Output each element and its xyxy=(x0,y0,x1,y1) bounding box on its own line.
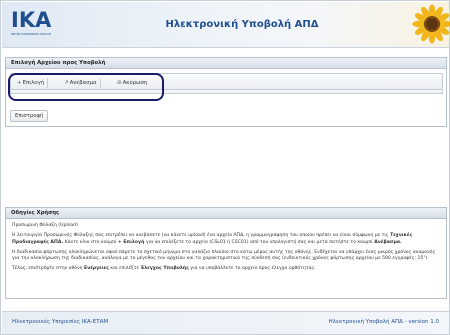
cancel-label: Ακύρωση xyxy=(122,80,148,86)
sunflower-icon xyxy=(412,4,450,44)
back-button[interactable]: Επιστροφή xyxy=(10,110,49,122)
text-span: Τέλος, επιστρέψτε στην οθόνη xyxy=(12,266,85,271)
text-span: Η λειτουργία Προσωρινής Φύλαξης σας επιτ… xyxy=(12,233,391,238)
footer-version-text: Ηλεκτρονική Υποβολή ΑΠΔ - version 1.0 xyxy=(328,319,439,325)
upload-label: Ανέβασμα xyxy=(69,80,97,86)
text-span: και επιλέξτε xyxy=(108,266,141,271)
logo-text: IKA xyxy=(11,8,52,32)
page-title: Ηλεκτρονική Υποβολή ΑΠΔ xyxy=(165,19,319,30)
submission-check-text: Έλεγχος Υποβολής xyxy=(140,266,189,271)
upload-toolbar: +Επιλογή ↗Ανέβασμα ⊘Ακύρωση xyxy=(10,73,443,90)
select-label: Επιλογή xyxy=(22,80,45,86)
file-list-area xyxy=(10,90,443,94)
actions-text: Ενέργειες xyxy=(84,266,109,271)
panel-title: Οδηγίες Χρήσης xyxy=(6,208,446,219)
plus-icon: + xyxy=(17,80,22,86)
instructions-paragraph: Τέλος, επιστρέψτε στην οθόνη Ενέργειες κ… xyxy=(12,266,440,273)
app-window: IKA ΙΔΡΥΜΑ ΚΟΙΝΩΝΙΚΩΝ ΑΣΦΑΛΙΣΕΩΝ Ηλεκτρο… xyxy=(0,0,450,335)
footer-left-text: Ηλεκτρονικές Υπηρεσίες ΙΚΑ-ΕΤΑΜ xyxy=(12,319,109,325)
text-span: για να επιλέξετε το αρχείο (CSL01 ή CSC0… xyxy=(144,239,375,245)
cancel-button[interactable]: ⊘Ακύρωση xyxy=(114,78,150,88)
select-file-button[interactable]: +Επιλογή xyxy=(14,78,49,88)
upload-button[interactable]: ↗Ανέβασμα xyxy=(61,78,101,88)
ika-logo: IKA ΙΔΡΥΜΑ ΚΟΙΝΩΝΙΚΩΝ ΑΣΦΑΛΙΣΕΩΝ xyxy=(11,9,51,39)
text-span: για να υποβάλλετε το αρχείο προς έλεγχο … xyxy=(188,266,316,271)
text-span: Κάντε κλικ στο κουμπί xyxy=(63,239,118,245)
panel-title: Επιλογή Αρχείου προς Υποβολή xyxy=(6,58,446,69)
logo-subtitle: ΙΔΡΥΜΑ ΚΟΙΝΩΝΙΚΩΝ ΑΣΦΑΛΙΣΕΩΝ xyxy=(11,33,51,36)
instructions-paragraph: Η διαδικασία φόρτωσης ολοκληρώνεται αφού… xyxy=(12,249,436,262)
instructions-paragraph: Η λειτουργία Προσωρινής Φύλαξης σας επιτ… xyxy=(12,233,440,246)
instructions-body: Προσωρινή Φύλαξη (Upload) Η λειτουργία Π… xyxy=(6,219,446,280)
header: IKA ΙΔΡΥΜΑ ΚΟΙΝΩΝΙΚΩΝ ΑΣΦΑΛΙΣΕΩΝ Ηλεκτρο… xyxy=(2,2,450,48)
instructions-heading: Προσωρινή Φύλαξη (Upload) xyxy=(12,223,78,228)
upload-button-text: Ανέβασμα. xyxy=(374,239,402,245)
select-button-text: + Επιλογή xyxy=(117,239,145,245)
upload-icon: ↗ xyxy=(64,80,69,86)
cancel-icon: ⊘ xyxy=(117,80,122,86)
file-selection-panel: Επιλογή Αρχείου προς Υποβολή +Επιλογή ↗Α… xyxy=(5,57,447,127)
instructions-panel: Οδηγίες Χρήσης Προσωρινή Φύλαξη (Upload)… xyxy=(5,207,447,299)
footer: Ηλεκτρονικές Υπηρεσίες ΙΚΑ-ΕΤΑΜ Ηλεκτρον… xyxy=(2,311,449,334)
